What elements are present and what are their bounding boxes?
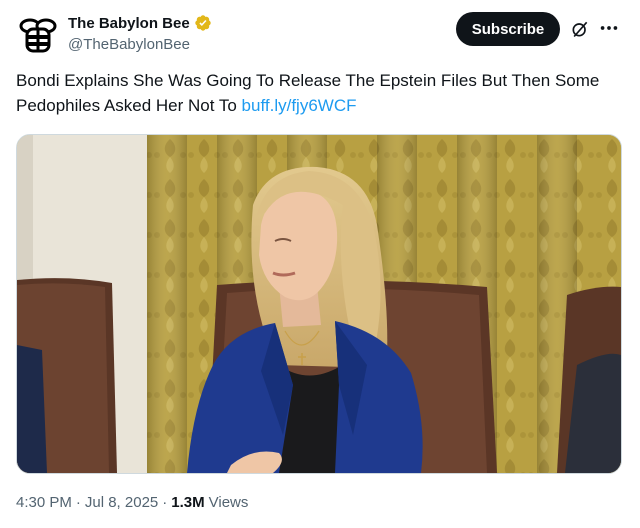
- views-label: Views: [208, 494, 249, 511]
- tweet-text: Bondi Explains She Was Going To Release …: [16, 68, 616, 118]
- tweet-card: The Babylon Bee @TheBabylonBee Subscribe…: [0, 0, 640, 528]
- views-count[interactable]: 1.3M: [171, 494, 204, 511]
- grok-icon[interactable]: [570, 19, 590, 39]
- tweet-time[interactable]: 4:30 PM: [16, 494, 72, 511]
- author-info[interactable]: The Babylon Bee @TheBabylonBee: [68, 12, 212, 53]
- meta-separator: ·: [162, 494, 168, 511]
- tweet-link[interactable]: buff.ly/fjy6WCF: [242, 96, 357, 115]
- tweet-photo[interactable]: [16, 134, 622, 474]
- subscribe-button[interactable]: Subscribe: [456, 12, 560, 46]
- tweet-date[interactable]: Jul 8, 2025: [85, 494, 158, 511]
- bee-logo-icon: [19, 18, 57, 53]
- handle[interactable]: @TheBabylonBee: [68, 36, 212, 53]
- photo-scene: [17, 135, 621, 473]
- display-name[interactable]: The Babylon Bee: [68, 15, 190, 32]
- verified-badge-icon[interactable]: [194, 14, 212, 32]
- tweet-meta: 4:30 PM · Jul 8, 2025 · 1.3M Views: [16, 494, 248, 511]
- meta-separator: ·: [75, 494, 81, 511]
- avatar[interactable]: [16, 12, 60, 56]
- more-icon[interactable]: [598, 17, 620, 39]
